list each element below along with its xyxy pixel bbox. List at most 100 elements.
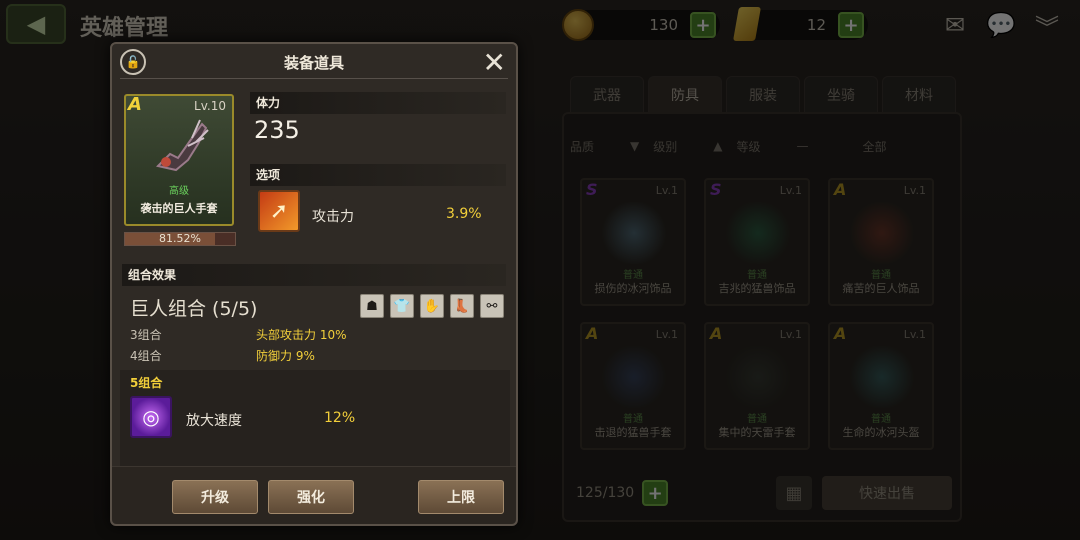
inventory-card[interactable]: S Lv.1 普通 损伤的冰河饰品 xyxy=(580,178,686,306)
bonus5-value: 12% xyxy=(324,410,356,426)
sort-up-icon[interactable]: ▲ xyxy=(713,139,722,153)
divider xyxy=(120,78,508,79)
page-title: 英雄管理 xyxy=(80,16,169,41)
card-quality: 普通 xyxy=(747,270,767,281)
card-grade: S xyxy=(710,180,722,199)
chat-icon[interactable]: 💬 xyxy=(984,10,1018,40)
item-quality: 高级 xyxy=(169,186,189,197)
card-quality: 普通 xyxy=(747,414,767,425)
limit-button[interactable]: 上限 xyxy=(418,480,504,514)
helmet-icon: ☗ xyxy=(360,294,384,318)
card-quality: 普通 xyxy=(871,270,891,281)
expand-inventory-button[interactable]: + xyxy=(642,480,669,506)
card-level: Lv.1 xyxy=(903,184,926,197)
grid-view-button[interactable]: ▦ xyxy=(776,476,812,510)
card-name: 生命的冰河头盔 xyxy=(842,426,920,439)
collapse-menu-icon[interactable]: ︾ xyxy=(1030,10,1064,42)
card-level: Lv.1 xyxy=(655,328,678,341)
card-quality: 普通 xyxy=(623,270,643,281)
gauntlet-icon: ✋ xyxy=(420,294,444,318)
set-effect-3: 头部攻击力 10% xyxy=(256,328,347,342)
boots-icon: 👢 xyxy=(450,294,474,318)
set-tier-4: 4组合 xyxy=(130,349,162,363)
enhance-button[interactable]: 强化 xyxy=(268,480,354,514)
option-header: 选项 xyxy=(250,164,506,186)
inventory-card[interactable]: A Lv.1 普通 生命的冰河头盔 xyxy=(828,322,934,450)
stat-value: 235 xyxy=(254,116,300,144)
item-art-icon xyxy=(724,346,792,408)
item-art-icon xyxy=(600,202,668,264)
card-level: Lv.1 xyxy=(655,184,678,197)
add-coins-button[interactable]: + xyxy=(690,12,716,38)
bonus5-name: 放大速度 xyxy=(186,413,242,429)
back-arrow-icon: ◀ xyxy=(26,10,46,38)
card-name: 吉兆的猛兽饰品 xyxy=(718,282,796,295)
card-name: 击退的猛兽手套 xyxy=(594,426,672,439)
card-name: 集中的天雷手套 xyxy=(718,426,796,439)
filter-level[interactable]: 级别 xyxy=(653,138,677,155)
set-effect-4: 防御力 9% xyxy=(256,349,315,363)
speed-skill-icon: ◎ xyxy=(130,396,172,438)
option-value: 3.9% xyxy=(446,206,482,222)
armor-icon: 👕 xyxy=(390,294,414,318)
tab-1[interactable]: 防具 xyxy=(648,76,722,112)
set-icons: ☗ 👕 ✋ 👢 ⚯ xyxy=(360,294,504,318)
inventory-count: 125/130 + xyxy=(576,478,696,508)
tab-0[interactable]: 武器 xyxy=(570,76,644,112)
tab-2[interactable]: 服装 xyxy=(726,76,800,112)
card-quality: 普通 xyxy=(623,414,643,425)
card-name: 损伤的冰河饰品 xyxy=(594,282,672,295)
inventory-card[interactable]: A Lv.1 普通 集中的天雷手套 xyxy=(704,322,810,450)
mail-icon[interactable]: ✉ xyxy=(938,10,972,40)
option-name: 攻击力 xyxy=(312,209,354,225)
add-gold-button[interactable]: + xyxy=(838,12,864,38)
item-name: 袭击的巨人手套 xyxy=(140,202,218,215)
tab-3[interactable]: 坐骑 xyxy=(804,76,878,112)
card-grade: S xyxy=(586,180,598,199)
item-grade: A xyxy=(128,94,142,115)
inventory-card[interactable]: A Lv.1 普通 击退的猛兽手套 xyxy=(580,322,686,450)
item-art-icon xyxy=(600,346,668,408)
attack-option-icon: ➚ xyxy=(258,190,300,232)
modal-title: 装备道具 xyxy=(283,54,344,72)
card-grade: A xyxy=(710,324,723,343)
card-quality: 普通 xyxy=(871,414,891,425)
filter-rank[interactable]: 等级 xyxy=(737,138,761,155)
filter-all[interactable]: 全部 xyxy=(863,138,887,155)
filter-quality[interactable]: 品质 xyxy=(570,138,594,155)
card-grade: A xyxy=(586,324,599,343)
set-name: 巨人组合 (5/5) xyxy=(130,298,258,320)
card-grade: A xyxy=(834,180,847,199)
upgrade-button[interactable]: 升级 xyxy=(172,480,258,514)
bonus5-panel xyxy=(120,370,510,468)
quick-sell-button[interactable]: 快速出售 xyxy=(822,476,952,510)
card-level: Lv.1 xyxy=(779,184,802,197)
equipment-modal: 🔓 装备道具 ✕ A Lv.10 高级 袭击的巨人手套 81.52% 体力 23… xyxy=(110,42,518,526)
accessory-icon: ⚯ xyxy=(480,294,504,318)
set-header: 组合效果 xyxy=(122,264,506,286)
card-name: 痛苦的巨人饰品 xyxy=(842,282,920,295)
item-card: A Lv.10 高级 袭击的巨人手套 xyxy=(124,94,234,226)
inventory-card[interactable]: S Lv.1 普通 吉兆的猛兽饰品 xyxy=(704,178,810,306)
inventory-panel xyxy=(562,112,962,522)
set-tier-5: 5组合 xyxy=(130,376,163,390)
card-level: Lv.1 xyxy=(903,328,926,341)
coin-icon xyxy=(562,9,594,41)
item-level: Lv.10 xyxy=(194,99,226,113)
set-tier-3: 3组合 xyxy=(130,328,162,342)
exp-text: 81.52% xyxy=(159,232,201,245)
filter-dash: — xyxy=(796,139,809,153)
item-art-icon xyxy=(724,202,792,264)
back-button[interactable]: ◀ xyxy=(6,4,66,44)
card-level: Lv.1 xyxy=(779,328,802,341)
item-art-icon xyxy=(848,202,916,264)
card-grade: A xyxy=(834,324,847,343)
grid-icon: ▦ xyxy=(785,482,803,504)
tab-4[interactable]: 材料 xyxy=(882,76,956,112)
filter-row: 品质 ▼ 级别 ▲ 等级 — 全部 xyxy=(570,132,955,160)
sort-down-icon[interactable]: ▼ xyxy=(630,139,639,153)
close-icon[interactable]: ✕ xyxy=(483,46,506,79)
stat-header: 体力 xyxy=(250,92,506,114)
inventory-card[interactable]: A Lv.1 普通 痛苦的巨人饰品 xyxy=(828,178,934,306)
item-art-icon xyxy=(848,346,916,408)
